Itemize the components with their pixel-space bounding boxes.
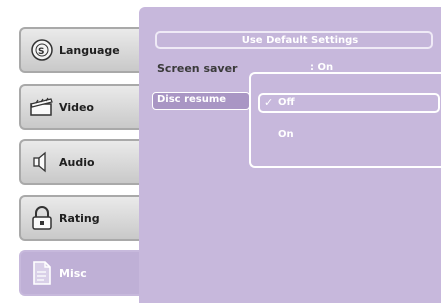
- use-default-settings-button[interactable]: Use Default Settings: [155, 31, 433, 49]
- tab-video[interactable]: Video: [19, 84, 139, 130]
- padlock-icon: [29, 205, 55, 231]
- tab-language[interactable]: S Language: [19, 27, 139, 73]
- language-globe-icon: S: [29, 37, 55, 63]
- tab-rating[interactable]: Rating: [19, 195, 139, 241]
- tab-misc[interactable]: Misc: [19, 250, 143, 296]
- tab-audio-label: Audio: [59, 155, 95, 169]
- tab-rating-label: Rating: [59, 211, 100, 225]
- checkmark-icon: ✓: [264, 96, 274, 109]
- screen-saver-label[interactable]: Screen saver: [157, 62, 237, 75]
- tab-language-label: Language: [59, 43, 120, 57]
- disc-resume-dropdown: [249, 72, 441, 168]
- option-on[interactable]: On: [278, 129, 294, 140]
- option-off[interactable]: Off: [278, 97, 295, 108]
- tab-video-label: Video: [59, 100, 94, 114]
- document-icon: [29, 260, 55, 286]
- settings-sidebar: S Language Video Audio Rating Misc: [0, 0, 143, 303]
- svg-text:S: S: [38, 47, 44, 57]
- tab-misc-label: Misc: [59, 266, 87, 280]
- audio-speaker-icon: [29, 149, 55, 175]
- disc-resume-label[interactable]: Disc resume: [152, 92, 250, 110]
- tab-audio[interactable]: Audio: [19, 139, 139, 185]
- video-clapper-icon: [29, 94, 55, 120]
